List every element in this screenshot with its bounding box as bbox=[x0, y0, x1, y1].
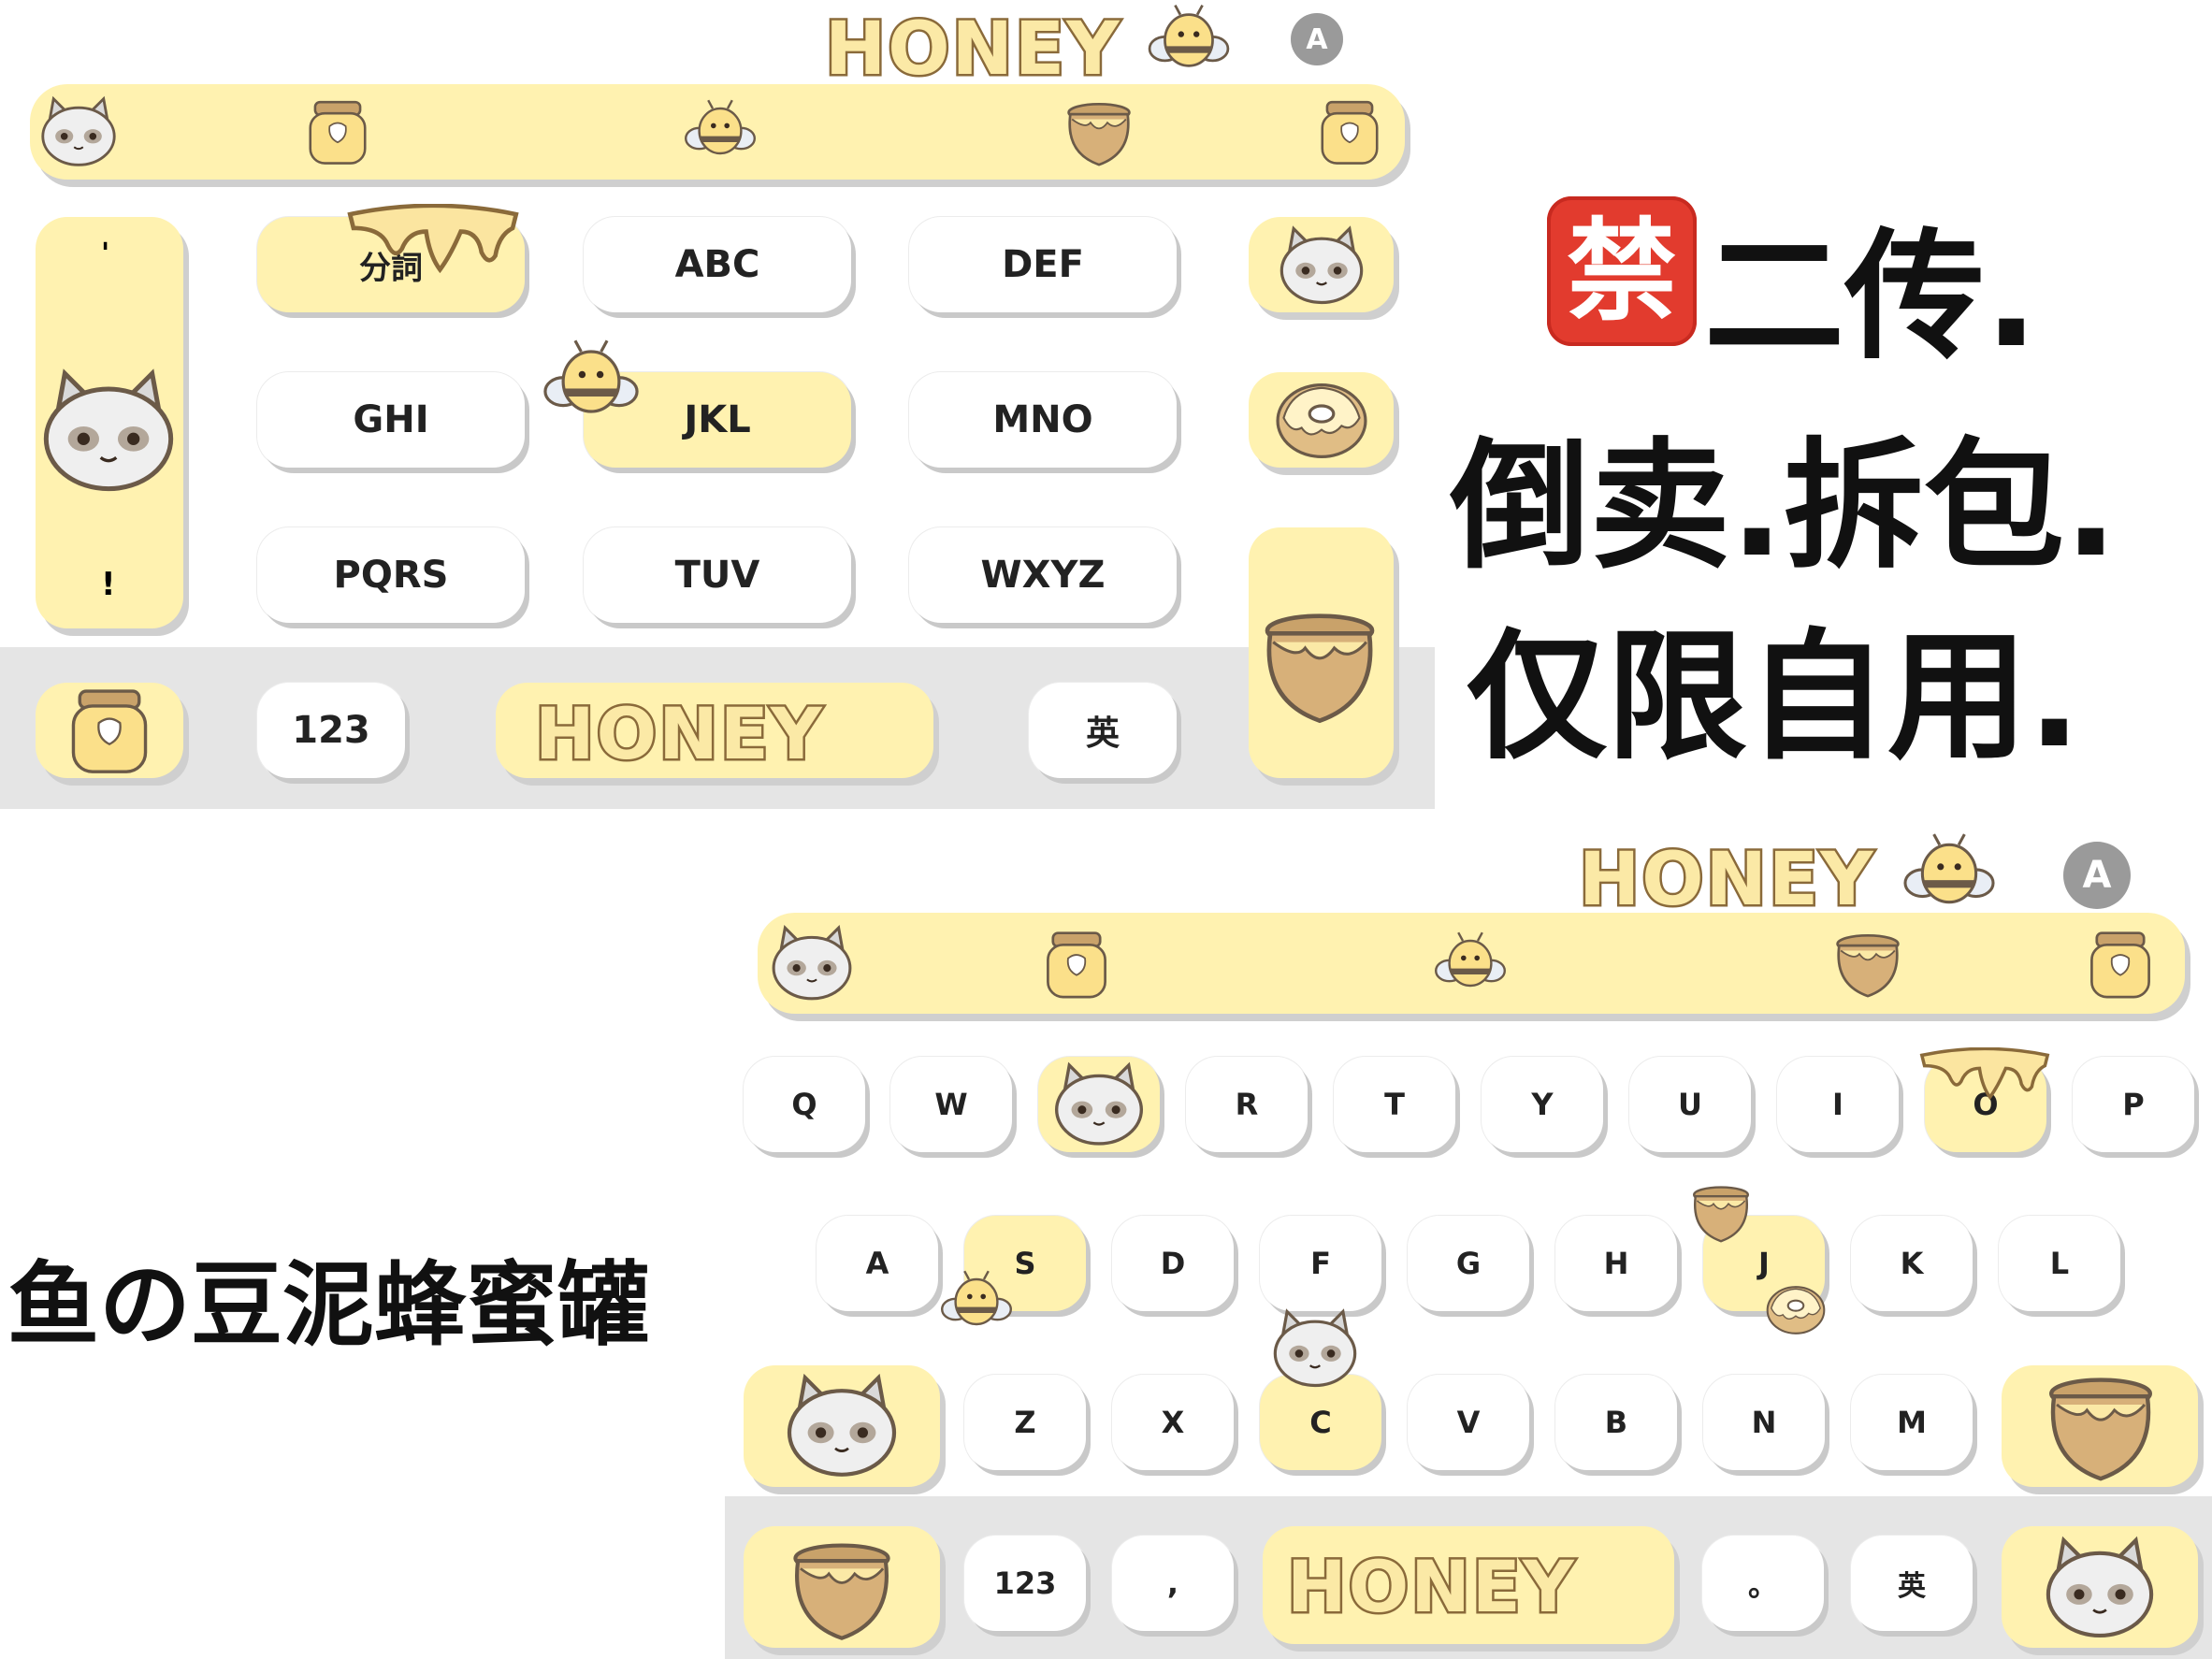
author-name: 鱼の豆泥蜂蜜罐 bbox=[7, 1252, 650, 1359]
key-pqrs[interactable]: PQRS bbox=[257, 527, 525, 623]
bee-icon[interactable] bbox=[1433, 930, 1508, 997]
key-f[interactable]: F bbox=[1260, 1216, 1381, 1311]
exclamation-key[interactable]: ! bbox=[101, 566, 116, 603]
key-mno[interactable]: MNO bbox=[909, 372, 1177, 468]
space-honey-logo: HONEY bbox=[533, 690, 825, 778]
cat-honeypot-icon bbox=[1240, 599, 1399, 729]
cat-bee-icon bbox=[15, 361, 202, 501]
toast-icon[interactable] bbox=[2078, 926, 2162, 1003]
space-honey-logo: HONEY bbox=[1285, 1543, 1577, 1631]
apostrophe-key[interactable]: ' bbox=[101, 238, 109, 270]
key-k[interactable]: K bbox=[1851, 1216, 1973, 1311]
ban-badge: 禁 bbox=[1547, 196, 1697, 346]
cat-honeypot-icon bbox=[1684, 1178, 1758, 1246]
key-p[interactable]: P bbox=[2073, 1057, 2194, 1152]
period-key[interactable]: 。 bbox=[1702, 1536, 1824, 1631]
key-a[interactable]: A bbox=[817, 1216, 938, 1311]
bee-icon[interactable] bbox=[683, 97, 758, 165]
cat-honeypot-icon bbox=[2009, 1363, 2192, 1487]
key-i[interactable]: I bbox=[1777, 1057, 1899, 1152]
cat-honeypot-icon bbox=[1259, 1304, 1371, 1393]
key-q[interactable]: Q bbox=[744, 1057, 865, 1152]
key-g[interactable]: G bbox=[1408, 1216, 1529, 1311]
lang-key[interactable]: 英 bbox=[1851, 1536, 1973, 1631]
key-wxyz[interactable]: WXYZ bbox=[909, 527, 1177, 623]
font-toggle-button[interactable]: A bbox=[2063, 842, 2131, 909]
key-n[interactable]: N bbox=[1703, 1375, 1825, 1470]
toast-icon[interactable] bbox=[1034, 926, 1119, 1003]
key-u[interactable]: U bbox=[1629, 1057, 1751, 1152]
key-v[interactable]: V bbox=[1408, 1375, 1529, 1470]
top-honey-logo: HONEY bbox=[823, 6, 1122, 94]
key-r[interactable]: R bbox=[1186, 1057, 1308, 1152]
font-toggle-button[interactable]: A bbox=[1291, 13, 1343, 65]
key-t[interactable]: T bbox=[1334, 1057, 1455, 1152]
notice-line-1: 二传. bbox=[1704, 216, 2038, 379]
num-key[interactable]: 123 bbox=[964, 1536, 1086, 1631]
toast-icon[interactable] bbox=[297, 94, 378, 170]
key-abc[interactable]: ABC bbox=[584, 217, 851, 312]
donut-icon bbox=[1255, 376, 1388, 466]
cat-cake-icon[interactable] bbox=[763, 920, 860, 1006]
donut-icon bbox=[1758, 1281, 1833, 1339]
key-ghi[interactable]: GHI bbox=[257, 372, 525, 468]
bottom-honey-logo: HONEY bbox=[1577, 836, 1876, 925]
key-d[interactable]: D bbox=[1112, 1216, 1234, 1311]
num-key[interactable]: 123 bbox=[257, 683, 405, 778]
honey-jar-icon bbox=[47, 683, 172, 778]
key-y[interactable]: Y bbox=[1482, 1057, 1603, 1152]
cat-bee-icon bbox=[1263, 221, 1381, 310]
lang-key[interactable]: 英 bbox=[1029, 683, 1177, 778]
toast-icon[interactable] bbox=[1309, 94, 1390, 170]
key-m[interactable]: M bbox=[1851, 1375, 1973, 1470]
bee-icon bbox=[535, 337, 647, 426]
bee-icon bbox=[1146, 2, 1232, 79]
cat-honeypot-icon[interactable] bbox=[1826, 922, 1910, 1004]
cat-honey-dipper-icon bbox=[748, 1367, 935, 1485]
key-l[interactable]: L bbox=[1999, 1216, 2120, 1311]
bee-icon bbox=[1897, 830, 2002, 916]
honey-jar-icon bbox=[754, 1530, 930, 1646]
cat-cake-icon[interactable] bbox=[34, 92, 123, 172]
key-tuv[interactable]: TUV bbox=[584, 527, 851, 623]
notice-line-2: 倒卖.拆包. bbox=[1450, 426, 2118, 588]
key-def[interactable]: DEF bbox=[909, 217, 1177, 312]
key-w[interactable]: W bbox=[890, 1057, 1012, 1152]
honey-drip-icon bbox=[344, 204, 522, 273]
key-z[interactable]: Z bbox=[964, 1375, 1086, 1470]
key-x[interactable]: X bbox=[1112, 1375, 1234, 1470]
notice-line-3: 仅限自用. bbox=[1467, 616, 2081, 779]
cat-bee-icon bbox=[1038, 1057, 1160, 1152]
ban-glyph: 禁 bbox=[1566, 207, 1677, 336]
honey-drip-icon bbox=[1916, 1047, 2054, 1100]
key-b[interactable]: B bbox=[1555, 1375, 1677, 1470]
key-h[interactable]: H bbox=[1555, 1216, 1677, 1311]
cat-honeypot-icon[interactable] bbox=[1057, 94, 1141, 170]
comma-key[interactable]: , bbox=[1112, 1536, 1234, 1631]
bee-icon bbox=[935, 1268, 1018, 1335]
cat-icon bbox=[2011, 1530, 2189, 1646]
